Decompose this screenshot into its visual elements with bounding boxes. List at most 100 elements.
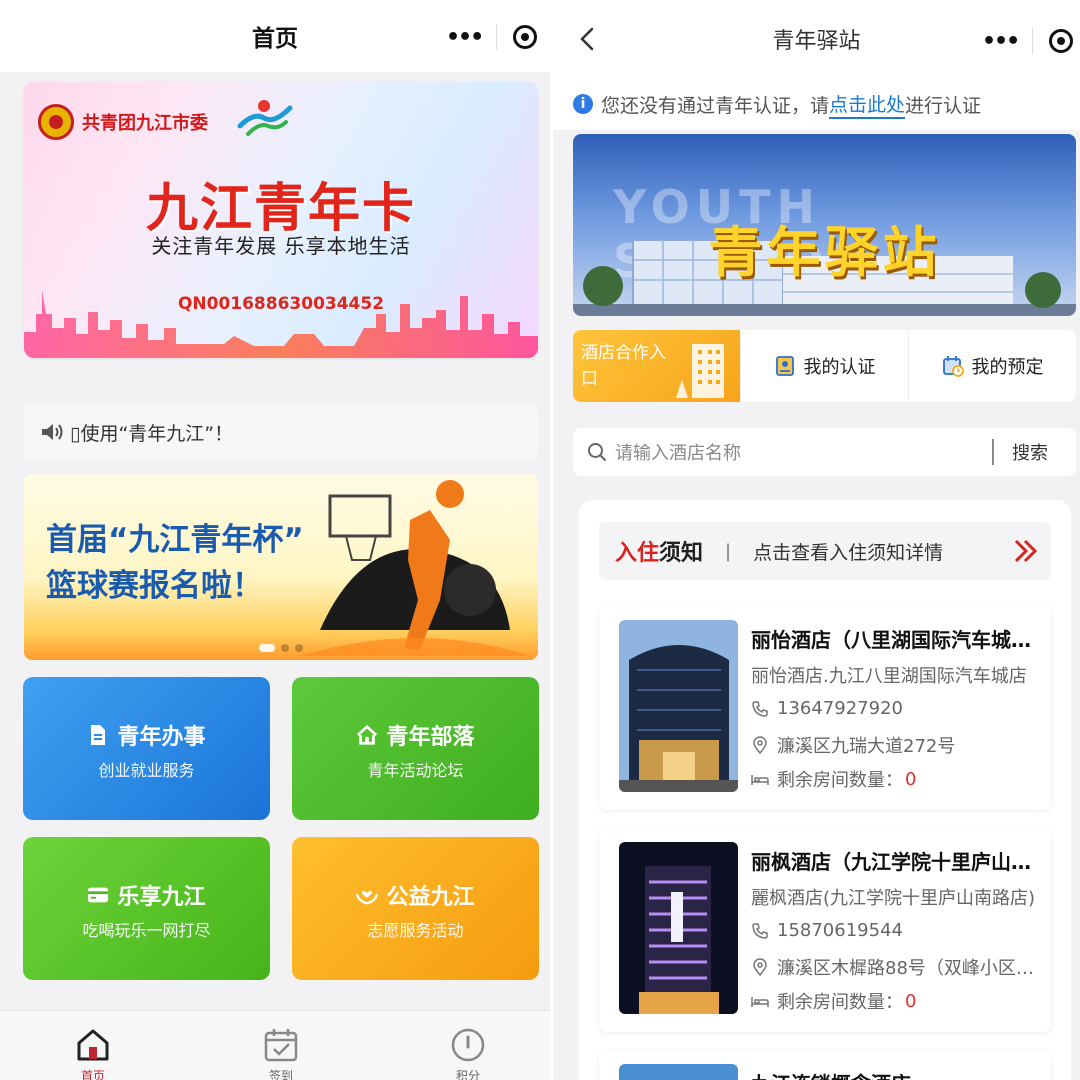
page-title: 首页 <box>252 26 298 52</box>
hotel-rooms: 剩余房间数量： 0 <box>751 988 1041 1014</box>
hotel-list-panel: 入住须知 | 点击查看入住须知详情 丽怡酒店（八里湖国际汽车城店） 丽怡酒店.九… <box>579 500 1071 1080</box>
youth-station-banner[interactable]: YOUTH STATION 青年驿站 <box>573 134 1076 316</box>
calendar-check-icon <box>264 1029 298 1062</box>
youth-station-screen: 青年驿站 ••• i 您还没有通过青年认证，请 点击此处 进行认证 YOUTH … <box>553 0 1080 1080</box>
card-icon <box>88 887 109 903</box>
youth-card[interactable]: 共青团九江市委 九江青年卡 关注青年发展 乐享本地生活 QN0016886300… <box>24 82 538 358</box>
certify-link[interactable]: 点击此处 <box>829 90 906 119</box>
more-icon[interactable]: ••• <box>968 29 1032 54</box>
notice-title-dark: 须知 <box>659 541 704 566</box>
tile-title-text: 乐享九江 <box>117 885 206 910</box>
tile-enjoy-jiujiang[interactable]: 乐享九江 吃喝玩乐一网打尽 <box>23 837 270 980</box>
capsule-divider <box>1032 28 1034 54</box>
home-icon <box>77 1029 109 1061</box>
tile-subtitle: 吃喝玩乐一网打尽 <box>82 921 211 940</box>
hotel-search-bar: 请输入酒店名称 搜索 <box>573 428 1076 476</box>
location-pin-icon <box>753 958 767 976</box>
tab-label: 首页 <box>80 1069 105 1080</box>
tile-public-welfare[interactable]: 公益九江 志愿服务活动 <box>292 837 539 980</box>
card-org-name: 共青团九江市委 <box>82 113 208 134</box>
rooms-count: 0 <box>905 990 917 1012</box>
hotel-card[interactable]: 丽枫酒店（九江学院十里庐山店） 麗枫酒店(九江学院十里庐山南路店) 158706… <box>599 828 1051 1032</box>
tile-subtitle: 志愿服务活动 <box>367 921 464 940</box>
more-icon[interactable]: ••• <box>432 25 496 50</box>
tile-title-text: 青年办事 <box>117 725 206 750</box>
speaker-icon <box>42 424 63 440</box>
points-icon <box>451 1028 485 1062</box>
tab-home[interactable]: 首页 <box>38 1027 148 1080</box>
phone-icon <box>752 922 768 939</box>
my-booking-button[interactable]: 我的预定 <box>908 330 1076 402</box>
search-input[interactable]: 请输入酒店名称 <box>615 439 992 465</box>
hotel-phone[interactable]: 15870619544 <box>751 920 1041 941</box>
banner-title: 青年驿站 <box>708 221 941 284</box>
screenshot: 首页 ••• 共青团九江市委 九江青年卡 关注青年发展 乐享本地生活 QN001… <box>0 0 1080 1080</box>
tab-label: 签到 <box>268 1069 293 1080</box>
tip-text-suffix: 进行认证 <box>905 94 982 117</box>
building-icon <box>676 344 724 398</box>
tile-title: 公益九江 <box>292 879 539 911</box>
page-title: 青年驿站 <box>772 29 861 54</box>
rooms-label: 剩余房间数量： <box>777 992 903 1013</box>
document-icon <box>91 725 106 745</box>
hotel-address-text: 濂溪区木樨路88号（双峰小区旁） <box>777 958 1041 979</box>
check-in-notice-title: 入住须知 <box>615 535 703 567</box>
hotel-name: 丽怡酒店（八里湖国际汽车城店） <box>751 628 1041 652</box>
mini-program-capsule: ••• <box>968 22 1074 60</box>
tile-youth-tribe[interactable]: 青年部落 青年活动论坛 <box>292 677 539 820</box>
hotel-address: 濂溪区木樨路88号（双峰小区旁） <box>751 954 1041 980</box>
tile-title: 乐享九江 <box>23 879 270 911</box>
hotel-building-image <box>619 842 738 1014</box>
carousel-dot <box>281 644 289 652</box>
hotel-building-image <box>619 620 738 792</box>
tab-checkin[interactable]: 签到 <box>226 1027 336 1080</box>
tab-points[interactable]: 积分 <box>413 1027 523 1080</box>
hotel-address-text: 濂溪区九瑞大道272号 <box>777 736 956 757</box>
hotel-full-address-text: 麗枫酒店(九江学院十里庐山南路店) <box>751 888 1036 909</box>
tile-title: 青年部落 <box>292 719 539 751</box>
my-certification-label: 我的认证 <box>803 357 876 378</box>
top-nav-bar: 首页 ••• <box>0 0 550 72</box>
announcement-bar[interactable]: ▯使用“青年九江”！ <box>24 404 538 460</box>
league-emblem-icon <box>38 104 74 140</box>
hotel-name: 丽枫酒店（九江学院十里庐山店） <box>751 850 1041 874</box>
basketball-player-graphic <box>300 480 530 656</box>
hands-heart-icon <box>356 890 379 905</box>
hotel-card[interactable]: 九江连锁概念酒店 <box>599 1050 1051 1080</box>
banner-line-1: 首届“九江青年杯” <box>46 522 304 558</box>
mini-program-capsule: ••• <box>432 18 538 56</box>
my-booking-label: 我的预定 <box>971 357 1044 378</box>
hotel-full-address-text: 丽怡酒店.九江八里湖国际汽车城店 <box>751 666 1027 687</box>
check-in-notice-bar[interactable]: 入住须知 | 点击查看入住须知详情 <box>599 522 1051 580</box>
quick-actions: 酒店合作入口 我的认证 我的预定 <box>573 330 1076 402</box>
tile-youth-affairs[interactable]: 青年办事 创业就业服务 <box>23 677 270 820</box>
hotel-phone-number: 13647927920 <box>777 698 903 719</box>
search-icon <box>588 443 606 461</box>
tile-title-text: 青年部落 <box>386 725 475 750</box>
hotel-full-address: 麗枫酒店(九江学院十里庐山南路店) <box>751 884 1041 910</box>
carousel-dot <box>259 644 275 652</box>
hotel-phone[interactable]: 13647927920 <box>751 698 1041 719</box>
banner-line-2: 篮球赛报名啦！ <box>46 568 263 604</box>
back-arrow-icon[interactable] <box>575 26 601 52</box>
hotel-photo <box>619 620 738 792</box>
capsule-divider <box>496 24 498 50</box>
certification-tip: i 您还没有通过青年认证，请 点击此处 进行认证 <box>553 78 1080 130</box>
tab-label: 积分 <box>455 1069 480 1080</box>
hotel-photo <box>619 1064 738 1080</box>
hotel-card[interactable]: 丽怡酒店（八里湖国际汽车城店） 丽怡酒店.九江八里湖国际汽车城店 1364792… <box>599 606 1051 810</box>
jiujiang-youth-logo-icon <box>237 100 293 136</box>
basketball-banner[interactable]: 首届“九江青年杯” 篮球赛报名啦！ <box>24 474 538 660</box>
rooms-label: 剩余房间数量： <box>777 770 903 791</box>
close-miniprogram-icon[interactable] <box>513 25 538 49</box>
search-button[interactable]: 搜索 <box>1012 439 1048 465</box>
my-certification-button[interactable]: 我的认证 <box>740 330 908 402</box>
check-in-notice-text: 点击查看入住须知详情 <box>753 541 944 564</box>
tile-subtitle: 创业就业服务 <box>98 761 195 780</box>
announcement-text: ▯使用“青年九江”！ <box>70 422 234 445</box>
hotel-name: 九江连锁概念酒店 <box>751 1068 1041 1080</box>
close-miniprogram-icon[interactable] <box>1049 29 1074 53</box>
hotel-address: 濂溪区九瑞大道272号 <box>751 732 1041 758</box>
calendar-clock-icon <box>942 356 964 377</box>
hotel-partner-entry[interactable]: 酒店合作入口 <box>573 330 740 402</box>
